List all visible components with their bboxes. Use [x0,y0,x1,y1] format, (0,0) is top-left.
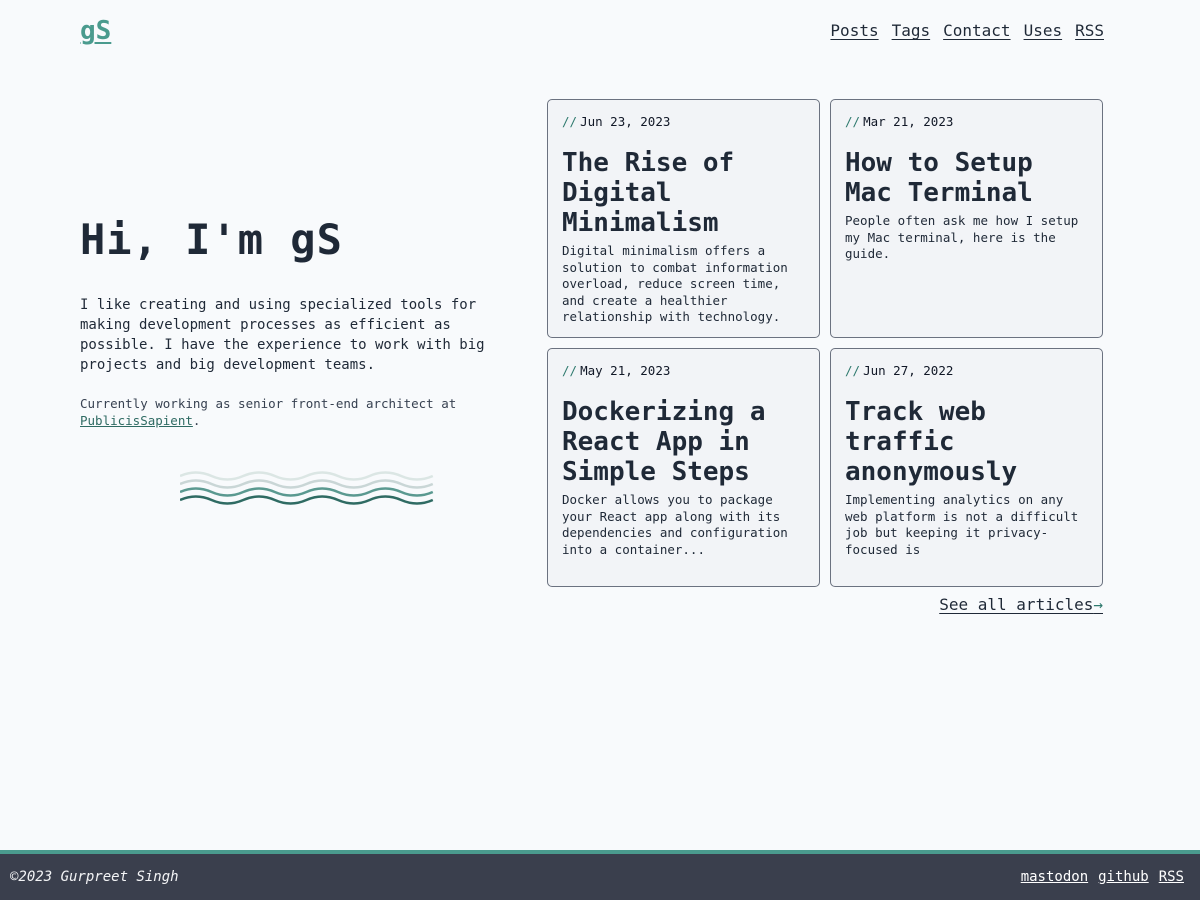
article-excerpt: Digital minimalism offers a solution to … [562,243,788,324]
nav-uses-link[interactable]: Uses [1024,21,1063,40]
company-link[interactable]: PublicisSapient [80,413,193,428]
arrow-right-icon: → [1093,595,1103,614]
article-card[interactable]: //Mar 21, 2023 How to Setup Mac Terminal… [830,99,1103,338]
main-nav: Posts Tags Contact Uses RSS [830,21,1104,40]
footer-rss-link[interactable]: RSS [1159,869,1184,885]
article-card[interactable]: //Jun 23, 2023 The Rise of Digital Minim… [547,99,820,338]
site-logo[interactable]: gS [80,16,111,46]
hero-section: Hi, I'm gS I like creating and using spe… [80,215,520,429]
current-role-suffix: . [192,413,201,428]
site-footer: ©2023 Gurpreet Singh mastodon github RSS [0,850,1200,900]
hero-intro: I like creating and using specialized to… [80,297,485,373]
nav-posts-link[interactable]: Posts [830,21,878,40]
article-title: The Rise of Digital Minimalism [562,148,735,238]
article-date: //Jun 27, 2022 [845,363,1088,379]
footer-copyright: ©2023 Gurpreet Singh [10,869,179,885]
article-date: //Jun 23, 2023 [562,114,805,130]
hero-current-role: Currently working as senior front-end ar… [80,395,520,429]
date-prefix: // [562,363,578,378]
date-prefix: // [845,114,861,129]
date-prefix: // [562,114,578,129]
nav-contact-link[interactable]: Contact [943,21,1010,40]
hero-title: Hi, I'm gS [80,215,343,264]
article-title: Dockerizing a React App in Simple Steps [562,397,766,487]
article-date: //Mar 21, 2023 [845,114,1088,130]
article-card[interactable]: //Jun 27, 2022 Track web traffic anonymo… [830,348,1103,587]
nav-rss-link[interactable]: RSS [1075,21,1104,40]
footer-mastodon-link[interactable]: mastodon [1021,869,1088,885]
article-date: //May 21, 2023 [562,363,805,379]
footer-links: mastodon github RSS [1021,869,1184,885]
footer-github-link[interactable]: github [1098,869,1149,885]
article-title: Track web traffic anonymously [845,397,1018,487]
date-text: Jun 23, 2023 [580,114,671,129]
see-all-label: See all articles [939,595,1094,614]
article-card[interactable]: //May 21, 2023 Dockerizing a React App i… [547,348,820,587]
date-prefix: // [845,363,861,378]
see-all-articles-link[interactable]: See all articles→ [939,595,1103,614]
waves-decoration-icon [180,471,434,505]
current-role-text: Currently working as senior front-end ar… [80,396,457,411]
article-excerpt: Implementing analytics on any web platfo… [845,492,1079,557]
date-text: Jun 27, 2022 [863,363,954,378]
article-title: How to Setup Mac Terminal [845,148,1033,208]
date-text: May 21, 2023 [580,363,671,378]
date-text: Mar 21, 2023 [863,114,954,129]
article-excerpt: People often ask me how I setup my Mac t… [845,213,1079,261]
nav-tags-link[interactable]: Tags [892,21,931,40]
article-excerpt: Docker allows you to package your React … [562,492,788,557]
